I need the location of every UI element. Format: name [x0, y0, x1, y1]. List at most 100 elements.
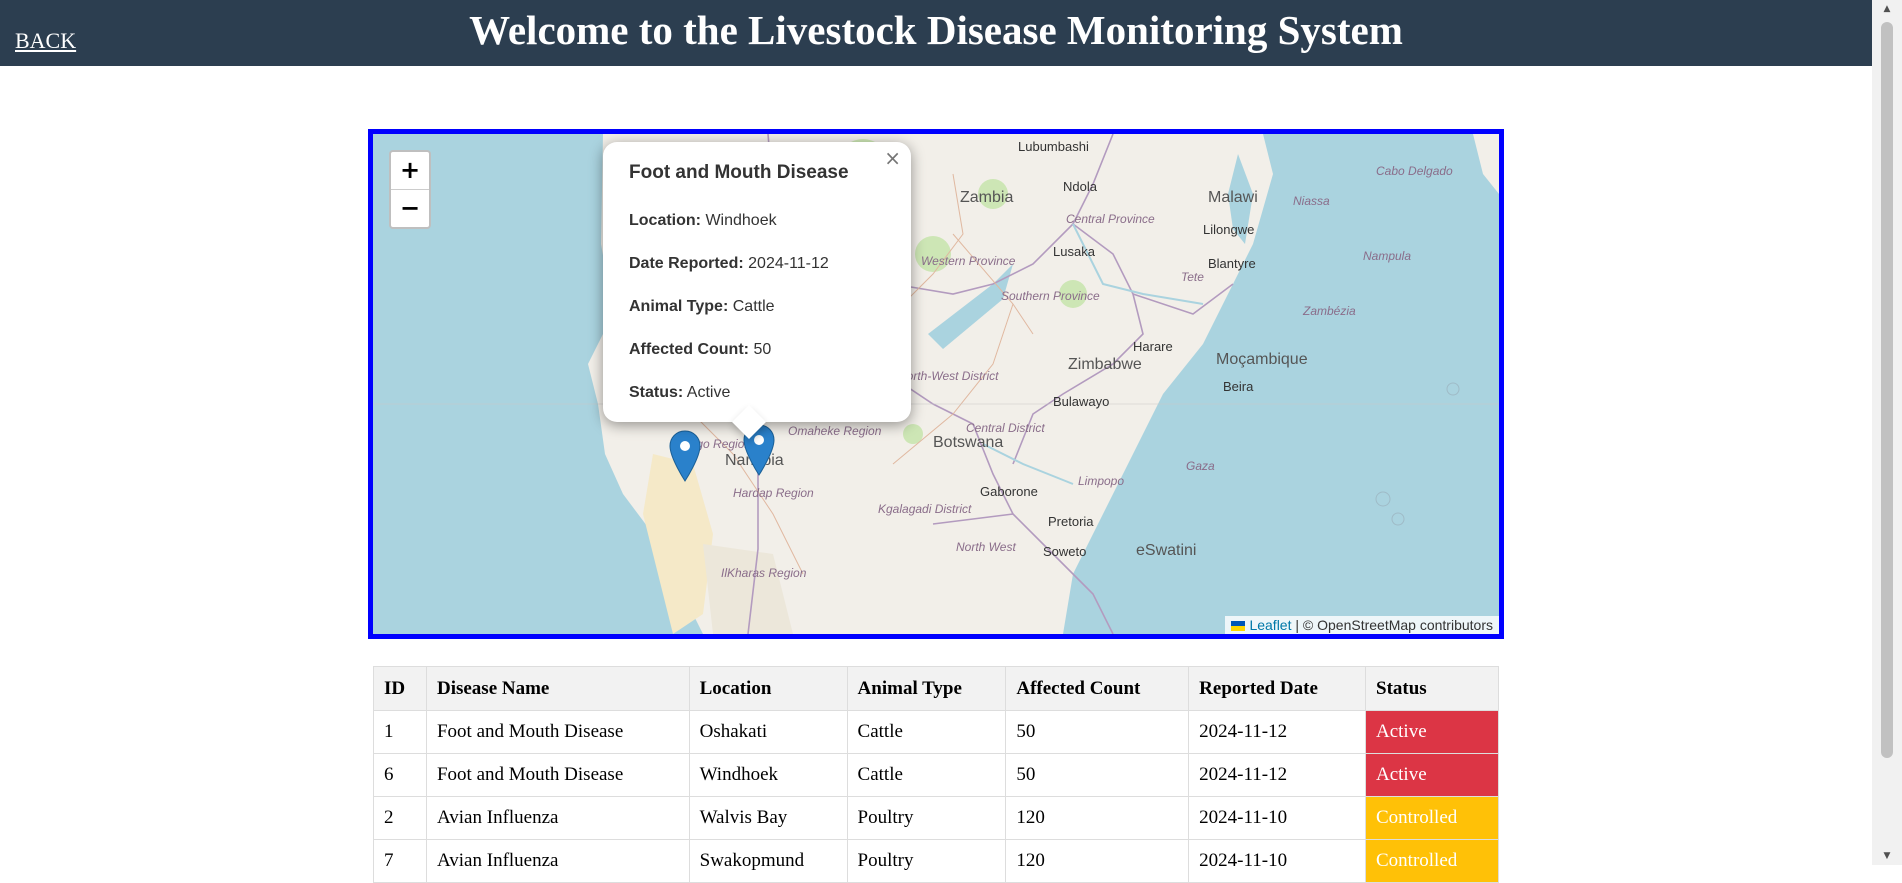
cell-location: Oshakati [688, 710, 848, 754]
column-header: Reported Date [1188, 666, 1366, 711]
map-label: Gaborone [980, 484, 1038, 499]
cell-count: 50 [1005, 710, 1190, 754]
map-attribution: Leaflet | © OpenStreetMap contributors [1225, 616, 1499, 634]
popup-field-label: Date Reported: [629, 255, 744, 272]
popup-title: Foot and Mouth Disease [629, 162, 849, 183]
cell-location: Windhoek [688, 753, 848, 797]
map-label: Bulawayo [1053, 394, 1110, 409]
map-marker-icon[interactable] [669, 430, 701, 482]
map-label: Lubumbashi [1018, 139, 1089, 154]
column-header: Animal Type [846, 666, 1007, 711]
popup-field: Status: Active [629, 384, 885, 402]
table-row: 6 Foot and Mouth Disease Windhoek Cattle… [373, 753, 1499, 797]
status-badge: Controlled [1365, 796, 1499, 840]
popup-field-label: Status: [629, 384, 684, 401]
map-label: Central Province [1066, 212, 1155, 226]
map-label: Lilongwe [1203, 222, 1255, 237]
map-label: Central District [966, 421, 1045, 435]
close-icon[interactable]: × [884, 146, 901, 170]
disease-table: ID Disease Name Location Animal Type Aff… [373, 666, 1499, 883]
cell-disease: Avian Influenza [425, 796, 690, 840]
map-label: Lusaka [1053, 244, 1095, 259]
cell-date: 2024-11-12 [1188, 753, 1366, 797]
cell-id: 6 [373, 753, 427, 797]
cell-id: 1 [373, 710, 427, 754]
popup-field-label: Location: [629, 212, 701, 229]
map-label: Beira [1223, 379, 1254, 394]
table-header-row: ID Disease Name Location Animal Type Aff… [373, 666, 1499, 711]
map-label: Blantyre [1208, 256, 1256, 271]
cell-location: Walvis Bay [688, 796, 848, 840]
popup-field-value: 50 [753, 341, 772, 358]
zoom-out-button[interactable]: − [391, 190, 429, 227]
map-label: Zambézia [1303, 304, 1356, 318]
map-label: Limpopo [1078, 474, 1125, 488]
scroll-up-icon[interactable]: ▲ [1872, 0, 1902, 18]
cell-count: 120 [1005, 839, 1190, 883]
cell-animal: Poultry [846, 796, 1007, 840]
column-header: Disease Name [425, 666, 690, 711]
cell-date: 2024-11-12 [1188, 710, 1366, 754]
map-label: Zambia [960, 189, 1014, 206]
cell-id: 2 [373, 796, 427, 840]
cell-animal: Poultry [846, 839, 1007, 883]
map-label: Cabo Delgado [1376, 164, 1453, 178]
popup-field: Affected Count: 50 [629, 341, 885, 359]
map-label: Kgalagadi District [878, 502, 972, 516]
cell-count: 50 [1005, 753, 1190, 797]
zoom-in-button[interactable]: + [391, 152, 429, 190]
page-title: Welcome to the Livestock Disease Monitor… [469, 7, 1403, 53]
cell-animal: Cattle [846, 753, 1007, 797]
page-scrollbar[interactable]: ▲ ▼ [1872, 0, 1902, 865]
map-label: North West [956, 540, 1016, 554]
cell-disease: Foot and Mouth Disease [425, 710, 690, 754]
map-label: Western Province [921, 254, 1016, 268]
map-label: Hardap Region [733, 486, 814, 500]
scroll-down-icon[interactable]: ▼ [1872, 847, 1902, 865]
map-container[interactable]: Lubumbashi Zambia Ndola Central Province… [368, 129, 1504, 639]
map-label: Nampula [1363, 249, 1412, 263]
popup-field-value: 2024-11-12 [748, 255, 829, 272]
map-label: Moçambique [1216, 351, 1308, 368]
popup-field-value: Windhoek [705, 212, 777, 229]
ukraine-flag-icon [1231, 621, 1246, 631]
cell-date: 2024-11-10 [1188, 796, 1366, 840]
map-label: Gaza [1186, 459, 1215, 473]
popup-field: Animal Type: Cattle [629, 298, 885, 316]
map-label: Harare [1133, 339, 1173, 354]
island [1446, 382, 1460, 396]
table-row: 2 Avian Influenza Walvis Bay Poultry 120… [373, 796, 1499, 840]
map-label: Malawi [1208, 189, 1258, 206]
leaflet-link[interactable]: Leaflet [1249, 617, 1291, 633]
column-header: ID [373, 666, 427, 711]
map-label: Botswana [933, 434, 1004, 451]
island [1375, 491, 1391, 507]
map-label: Southern Province [1001, 289, 1100, 303]
map-label: Pretoria [1048, 514, 1094, 529]
popup-field: Date Reported: 2024-11-12 [629, 255, 885, 273]
map-tiles [373, 134, 1499, 634]
cell-animal: Cattle [846, 710, 1007, 754]
map-label: Omaheke Region [788, 424, 882, 438]
attribution-text: | © OpenStreetMap contributors [1291, 617, 1493, 633]
table-row: 7 Avian Influenza Swakopmund Poultry 120… [373, 839, 1499, 883]
column-header: Affected Count [1005, 666, 1190, 711]
map-label: eSwatini [1136, 542, 1197, 559]
land-area-east [1473, 134, 1499, 194]
status-badge: Active [1365, 753, 1499, 797]
marker-popup: × Foot and Mouth Disease Location: Windh… [603, 142, 911, 439]
zoom-control: + − [389, 150, 431, 229]
popup-field-label: Animal Type: [629, 298, 729, 315]
cell-date: 2024-11-10 [1188, 839, 1366, 883]
island [1391, 512, 1405, 526]
cell-count: 120 [1005, 796, 1190, 840]
popup-field: Location: Windhoek [629, 212, 885, 230]
popup-field-value: Active [686, 384, 731, 401]
status-badge: Active [1365, 710, 1499, 754]
cell-disease: Avian Influenza [425, 839, 690, 883]
map-label: Niassa [1293, 194, 1330, 208]
popup-field-label: Affected Count: [629, 341, 749, 358]
scrollbar-thumb[interactable] [1881, 22, 1893, 758]
map-label: IlKharas Region [721, 566, 807, 580]
map-label: Soweto [1043, 544, 1087, 559]
